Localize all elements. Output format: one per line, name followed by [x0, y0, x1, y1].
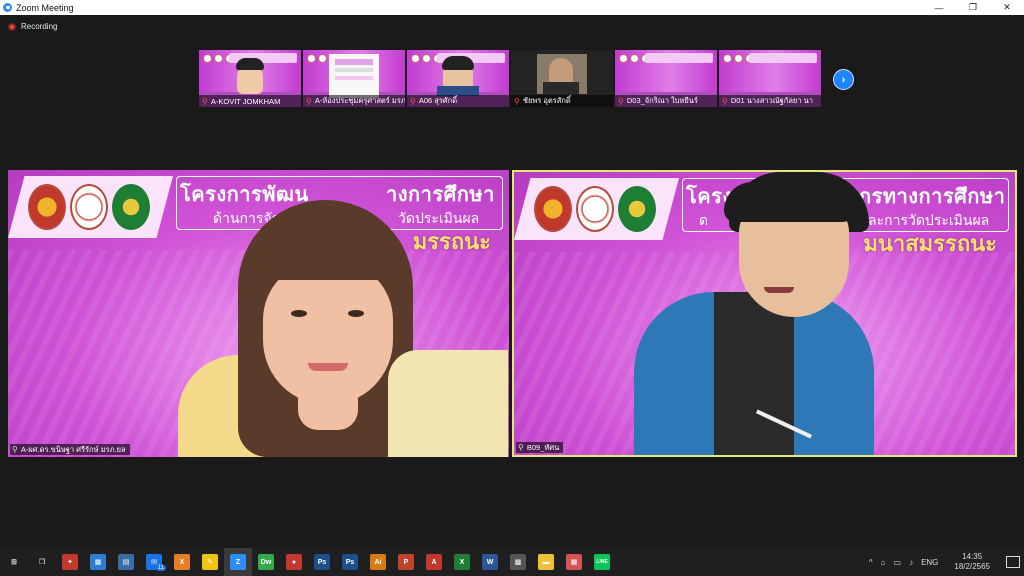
taskbar-powerpoint-button[interactable]: P	[392, 548, 420, 576]
taskbar-photoshop-button[interactable]: Ps	[308, 548, 336, 576]
taskbar-calendar-button[interactable]: ▦	[84, 548, 112, 576]
game-icon: ✦	[62, 554, 78, 570]
network-icon[interactable]: ⌂	[881, 558, 886, 567]
recording-icon	[8, 22, 16, 31]
participant-name: A-ผศ.ดร.ขนิษฐา ศรีรักษ์ มรภ.ยล	[20, 444, 126, 454]
participant-thumbnail[interactable]: ⚲ A-KOVIT JOMKHAM	[199, 50, 301, 107]
recording-indicator[interactable]: Recording	[8, 22, 57, 31]
zoom-app-icon	[3, 3, 12, 12]
taskbar-acrobat-button[interactable]: A	[420, 548, 448, 576]
taskbar-line-button[interactable]: LINE	[588, 548, 616, 576]
excel-icon: X	[454, 554, 470, 570]
window-controls: — ❐ ✕	[922, 0, 1024, 15]
taskbar-photoshop2-button[interactable]: Ps	[336, 548, 364, 576]
window-title: Zoom Meeting	[16, 2, 74, 13]
mic-icon: ⚲	[518, 443, 524, 452]
taskbar-dreamweaver-button[interactable]: Dw	[252, 548, 280, 576]
mic-muted-icon: ⚲	[202, 96, 208, 106]
mic-muted-icon: ⚲	[514, 96, 520, 106]
taskbar-calculator-button[interactable]: ▤	[112, 548, 140, 576]
participant-thumbnail[interactable]: ⚲ A06 สุรศักดิ์	[407, 50, 509, 107]
taskbar-zoom-button[interactable]: Z	[224, 548, 252, 576]
browser-icon: ●	[286, 554, 302, 570]
taskbar-excel-button[interactable]: X	[448, 548, 476, 576]
qr-icon: ▩	[510, 554, 526, 570]
display-icon[interactable]: ▭	[894, 558, 902, 567]
taskbar-browser-button[interactable]: ●	[280, 548, 308, 576]
illustrator-icon: Ai	[370, 554, 386, 570]
participant-name-tag: ⚲ A-ผศ.ดร.ขนิษฐา ศรีรักษ์ มรภ.ยล	[10, 444, 130, 455]
next-page-button[interactable]: ›	[833, 69, 854, 90]
participant-name: A06 สุรศักดิ์	[418, 96, 458, 105]
file-explorer-icon: ▬	[538, 554, 554, 570]
language-indicator[interactable]: ENG	[921, 558, 938, 567]
taskbar-illustrator-button[interactable]: Ai	[364, 548, 392, 576]
taskbar-word-button[interactable]: W	[476, 548, 504, 576]
task-view-icon: ❐	[34, 554, 50, 570]
photoshop2-icon: Ps	[342, 554, 358, 570]
mail-badge: 11	[155, 565, 167, 571]
taskbar-app-grid-button[interactable]: ▦	[560, 548, 588, 576]
maximize-button[interactable]: ❐	[956, 0, 990, 15]
windows-start-icon: ⊞	[6, 554, 22, 570]
participant-thumbnail[interactable]: ⚲ D01 นางสาวณัฐกัลยา นา	[719, 50, 821, 107]
participant-name: B09_ทัศน	[526, 442, 560, 452]
notification-icon	[1006, 556, 1020, 568]
active-speaker-video-tile[interactable]: โครง กรทางการศึกษา ด และการวัดประเมินผล …	[512, 170, 1017, 457]
dreamweaver-icon: Dw	[258, 554, 274, 570]
zoom-icon: Z	[230, 554, 246, 570]
taskbar-file-explorer-button[interactable]: ▬	[532, 548, 560, 576]
taskbar-qr-button[interactable]: ▩	[504, 548, 532, 576]
participant-thumbnail[interactable]: ⚲ ชัยพร อุตรสักดิ์	[511, 50, 613, 107]
acrobat-icon: A	[426, 554, 442, 570]
clock-date: 18/2/2565	[954, 562, 990, 571]
participant-name: A-KOVIT JOMKHAM	[210, 96, 281, 106]
participant-video	[8, 170, 509, 457]
word-icon: W	[482, 554, 498, 570]
app-grid-icon: ▦	[566, 554, 582, 570]
photoshop-icon: Ps	[314, 554, 330, 570]
close-button[interactable]: ✕	[990, 0, 1024, 15]
mic-muted-icon: ⚲	[410, 96, 416, 106]
pen-app-icon: ✎	[202, 554, 218, 570]
participant-thumbnail[interactable]: ⚲ D03_จักริณา ใบหยีนร์	[615, 50, 717, 107]
taskbar-game-button[interactable]: ✦	[56, 548, 84, 576]
recording-label: Recording	[21, 22, 58, 31]
mic-muted-icon: ⚲	[306, 96, 312, 106]
line-icon: LINE	[594, 554, 610, 570]
clock-time: 14:35	[962, 552, 983, 561]
minimize-button[interactable]: —	[922, 0, 956, 15]
calendar-icon: ▦	[90, 554, 106, 570]
volume-icon[interactable]: ♪	[909, 558, 913, 567]
taskbar-task-view-button[interactable]: ❐	[28, 548, 56, 576]
xampp-icon: X	[174, 554, 190, 570]
participant-name-tag: ⚲ B09_ทัศน	[516, 442, 564, 453]
taskbar-windows-start-button[interactable]: ⊞	[0, 548, 28, 576]
tray-overflow-icon[interactable]: ^	[869, 558, 873, 567]
mic-muted-icon: ⚲	[722, 96, 728, 106]
participant-name: D01 นางสาวณัฐกัลยา นา	[730, 96, 813, 105]
participant-video	[514, 172, 1015, 455]
taskbar-mail-button[interactable]: ✉ 11	[140, 548, 168, 576]
taskbar-xampp-button[interactable]: X	[168, 548, 196, 576]
participant-thumbnail-strip: ⚲ A-KOVIT JOMKHAM ⚲ A-ห้องประชุมครุศาสตร์ …	[199, 50, 821, 107]
participant-thumbnail[interactable]: ⚲A-ห้องประชุมครุศาสตร์ มรภ.ยล	[303, 50, 405, 107]
windows-taskbar: ⊞ ❐ ✦ ▦ ▤ ✉ 11 X ✎ Z Dw ● Ps Ps Ai P A X W ▩ ▬ ▦ LINE ^ ⌂ ▭ ♪ …	[0, 548, 1024, 576]
main-video-tile[interactable]: โครงการพัฒน างการศึกษา ด้านการจัด วัดประ…	[8, 170, 509, 457]
mic-muted-icon: ⚲	[618, 96, 624, 106]
mic-icon: ⚲	[12, 445, 18, 454]
calculator-icon: ▤	[118, 554, 134, 570]
clock[interactable]: 14:35 18/2/2565	[950, 552, 994, 572]
title-bar: Zoom Meeting — ❐ ✕	[0, 0, 1024, 15]
powerpoint-icon: P	[398, 554, 414, 570]
system-tray: ^ ⌂ ▭ ♪ ENG 14:35 18/2/2565	[865, 548, 1024, 576]
participant-name: D03_จักริณา ใบหยีนร์	[626, 96, 698, 105]
participant-name: A-ห้องประชุมครุศาสตร์ มรภ.ยล	[314, 96, 405, 105]
notification-button[interactable]	[1002, 548, 1024, 576]
participant-name: ชัยพร อุตรสักดิ์	[522, 96, 571, 105]
taskbar-pen-app-button[interactable]: ✎	[196, 548, 224, 576]
